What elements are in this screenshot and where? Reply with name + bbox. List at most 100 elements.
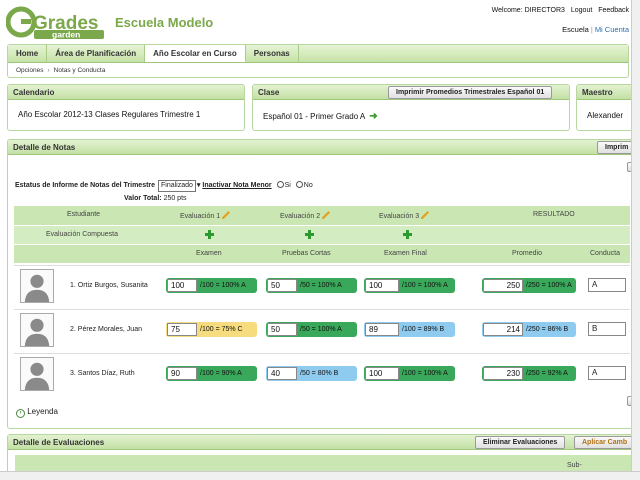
pencil-icon[interactable]: [421, 211, 430, 219]
add-compuesta-1-icon[interactable]: [205, 230, 214, 239]
user-links: Welcome: DIRECTOR3 Logout Feedback: [488, 7, 629, 14]
radio-si[interactable]: [276, 181, 284, 188]
calendario-text: Año Escolar 2012-13 Clases Regulares Tri…: [18, 110, 201, 119]
calendario-title: Calendario: [8, 85, 244, 100]
avatar: [20, 269, 54, 303]
inactivar-label: Inactivar Nota Menor: [202, 182, 272, 189]
aplicar-cambios-button[interactable]: Aplicar Camb: [574, 436, 636, 449]
nav-tabs: Home Área de Planificación Año Escolar e…: [8, 45, 628, 63]
status-select[interactable]: Finalizado: [158, 180, 196, 192]
tab-personas[interactable]: Personas: [246, 45, 299, 62]
gradesgarden-logo: Grades garden: [6, 6, 104, 40]
grade-eval3-result: /100 = 89% B: [402, 326, 445, 333]
pencil-icon[interactable]: [222, 211, 231, 219]
tab-planificacion[interactable]: Área de Planificación: [47, 45, 146, 62]
student-name[interactable]: 2. Pérez Morales, Juan: [70, 326, 142, 333]
grade-promedio-input[interactable]: 230: [483, 367, 523, 380]
logout-link[interactable]: Logout: [571, 7, 592, 14]
status-filter: Estatus de Informe de Notas del Trimestr…: [15, 180, 313, 192]
grade-eval3-input[interactable]: 100: [365, 367, 399, 380]
grade-eval1-result: /100 = 75% C: [200, 326, 243, 333]
avatar: [20, 357, 54, 391]
dropdown-icon[interactable]: ▾: [197, 182, 201, 189]
valor-total: Valor Total: 250 pts: [124, 195, 187, 202]
breadcrumb-opciones[interactable]: Opciones: [16, 67, 43, 74]
leyenda[interactable]: › Leyenda: [16, 407, 58, 418]
grade-eval3-input[interactable]: 100: [365, 279, 399, 292]
conducta-input[interactable]: A: [588, 366, 626, 380]
grade-eval1-input[interactable]: 100: [167, 279, 197, 292]
grade-promedio-input[interactable]: 250: [483, 279, 523, 292]
grade-eval3: 100/100 = 100% A: [364, 366, 455, 381]
add-compuesta-2-icon[interactable]: [305, 230, 314, 239]
avatar-icon: [21, 314, 53, 346]
grade-eval3-result: /100 = 100% A: [402, 370, 448, 377]
status-label: Estatus de Informe de Notas del Trimestr…: [15, 182, 156, 189]
breadcrumb: Opciones › Notas y Conducta: [16, 67, 105, 74]
mi-cuenta-link[interactable]: Mi Cuenta: [595, 25, 629, 34]
breadcrumb-separator-icon: ›: [47, 67, 50, 74]
table-row: 2. Pérez Morales, Juan 75/100 = 75% C 50/5…: [14, 309, 630, 349]
radio-no[interactable]: [295, 181, 303, 188]
no-label: No: [303, 182, 313, 189]
student-name[interactable]: 3. Santos Díaz, Ruth: [70, 370, 135, 377]
evaluaciones-title: Detalle de Evaluaciones: [13, 438, 105, 447]
sub-pruebas: Pruebas Cortas: [282, 250, 331, 257]
clase-text-wrap: Español 01 - Primer Grado A ➜: [263, 111, 378, 122]
feedback-link[interactable]: Feedback: [598, 7, 629, 14]
chevron-right-icon[interactable]: ›: [16, 409, 25, 418]
horizontal-scrollbar[interactable]: [0, 471, 640, 480]
main-nav: Home Área de Planificación Año Escolar e…: [7, 44, 629, 78]
sub-promedio: Promedio: [512, 250, 542, 257]
grade-eval1: 75/100 = 75% C: [166, 322, 257, 337]
sub-examen-final: Examen Final: [384, 250, 427, 257]
grade-eval3: 89/100 = 89% B: [364, 322, 455, 337]
grade-eval2: 50/50 = 100% A: [266, 322, 357, 337]
conducta-input[interactable]: B: [588, 322, 626, 336]
grade-eval3-result: /100 = 100% A: [402, 282, 448, 289]
grade-promedio-result: /250 = 92% A: [526, 370, 568, 377]
conducta-input[interactable]: A: [588, 278, 626, 292]
clase-title: Clase: [258, 88, 280, 97]
grade-eval3-input[interactable]: 89: [365, 323, 399, 336]
grade-promedio-input[interactable]: 214: [483, 323, 523, 336]
grade-eval1: 100/100 = 100% A: [166, 278, 257, 293]
compuesta-label: Evaluación Compuesta: [46, 231, 118, 238]
avatar-icon: [21, 270, 53, 302]
logo-subtext: garden: [52, 30, 80, 40]
breadcrumb-notas[interactable]: Notas y Conducta: [54, 67, 106, 74]
grade-promedio: 230/250 = 92% A: [482, 366, 576, 381]
sub-col-label: Sub-: [567, 462, 582, 469]
clase-text: Español 01 - Primer Grado A: [263, 112, 366, 121]
student-name[interactable]: 1. Ortiz Burgos, Susanita: [70, 282, 148, 289]
grade-eval2: 40/50 = 80% B: [266, 366, 357, 381]
tab-ano-escolar[interactable]: Año Escolar en Curso: [145, 45, 246, 62]
print-promedios-button[interactable]: Imprimir Promedios Trimestrales Español …: [388, 86, 553, 99]
eliminar-evaluaciones-button[interactable]: Eliminar Evaluaciones: [475, 436, 566, 449]
grade-eval1-result: /100 = 100% A: [200, 282, 246, 289]
grade-eval1-result: /100 = 90% A: [200, 370, 242, 377]
arrow-right-icon[interactable]: ➜: [369, 111, 377, 122]
si-label: Si: [284, 182, 291, 189]
eval1-label: Evaluación 1: [180, 213, 221, 220]
pencil-icon[interactable]: [322, 211, 331, 219]
account-links: Escuela | Mi Cuenta: [562, 25, 629, 34]
grade-promedio-result: /250 = 100% A: [526, 282, 572, 289]
vertical-scrollbar[interactable]: [631, 0, 640, 480]
table-row: 3. Santos Díaz, Ruth 90/100 = 90% A 40/50 …: [14, 353, 630, 393]
leyenda-label: Leyenda: [27, 407, 58, 416]
escuela-link[interactable]: Escuela: [562, 25, 589, 34]
add-compuesta-3-icon[interactable]: [403, 230, 412, 239]
grade-eval2-input[interactable]: 40: [267, 367, 297, 380]
eval3-label: Evaluación 3: [379, 213, 420, 220]
grade-eval2-input[interactable]: 50: [267, 279, 297, 292]
grade-eval2: 50/50 = 100% A: [266, 278, 357, 293]
grade-eval1-input[interactable]: 75: [167, 323, 197, 336]
grade-eval1-input[interactable]: 90: [167, 367, 197, 380]
grade-eval2-result: /50 = 100% A: [300, 282, 342, 289]
eval2-label: Evaluación 2: [280, 213, 321, 220]
sub-conducta: Conducta: [590, 250, 620, 257]
tab-home[interactable]: Home: [8, 45, 48, 62]
col-estudiante: Estudiante: [67, 211, 101, 218]
grade-eval2-input[interactable]: 50: [267, 323, 297, 336]
